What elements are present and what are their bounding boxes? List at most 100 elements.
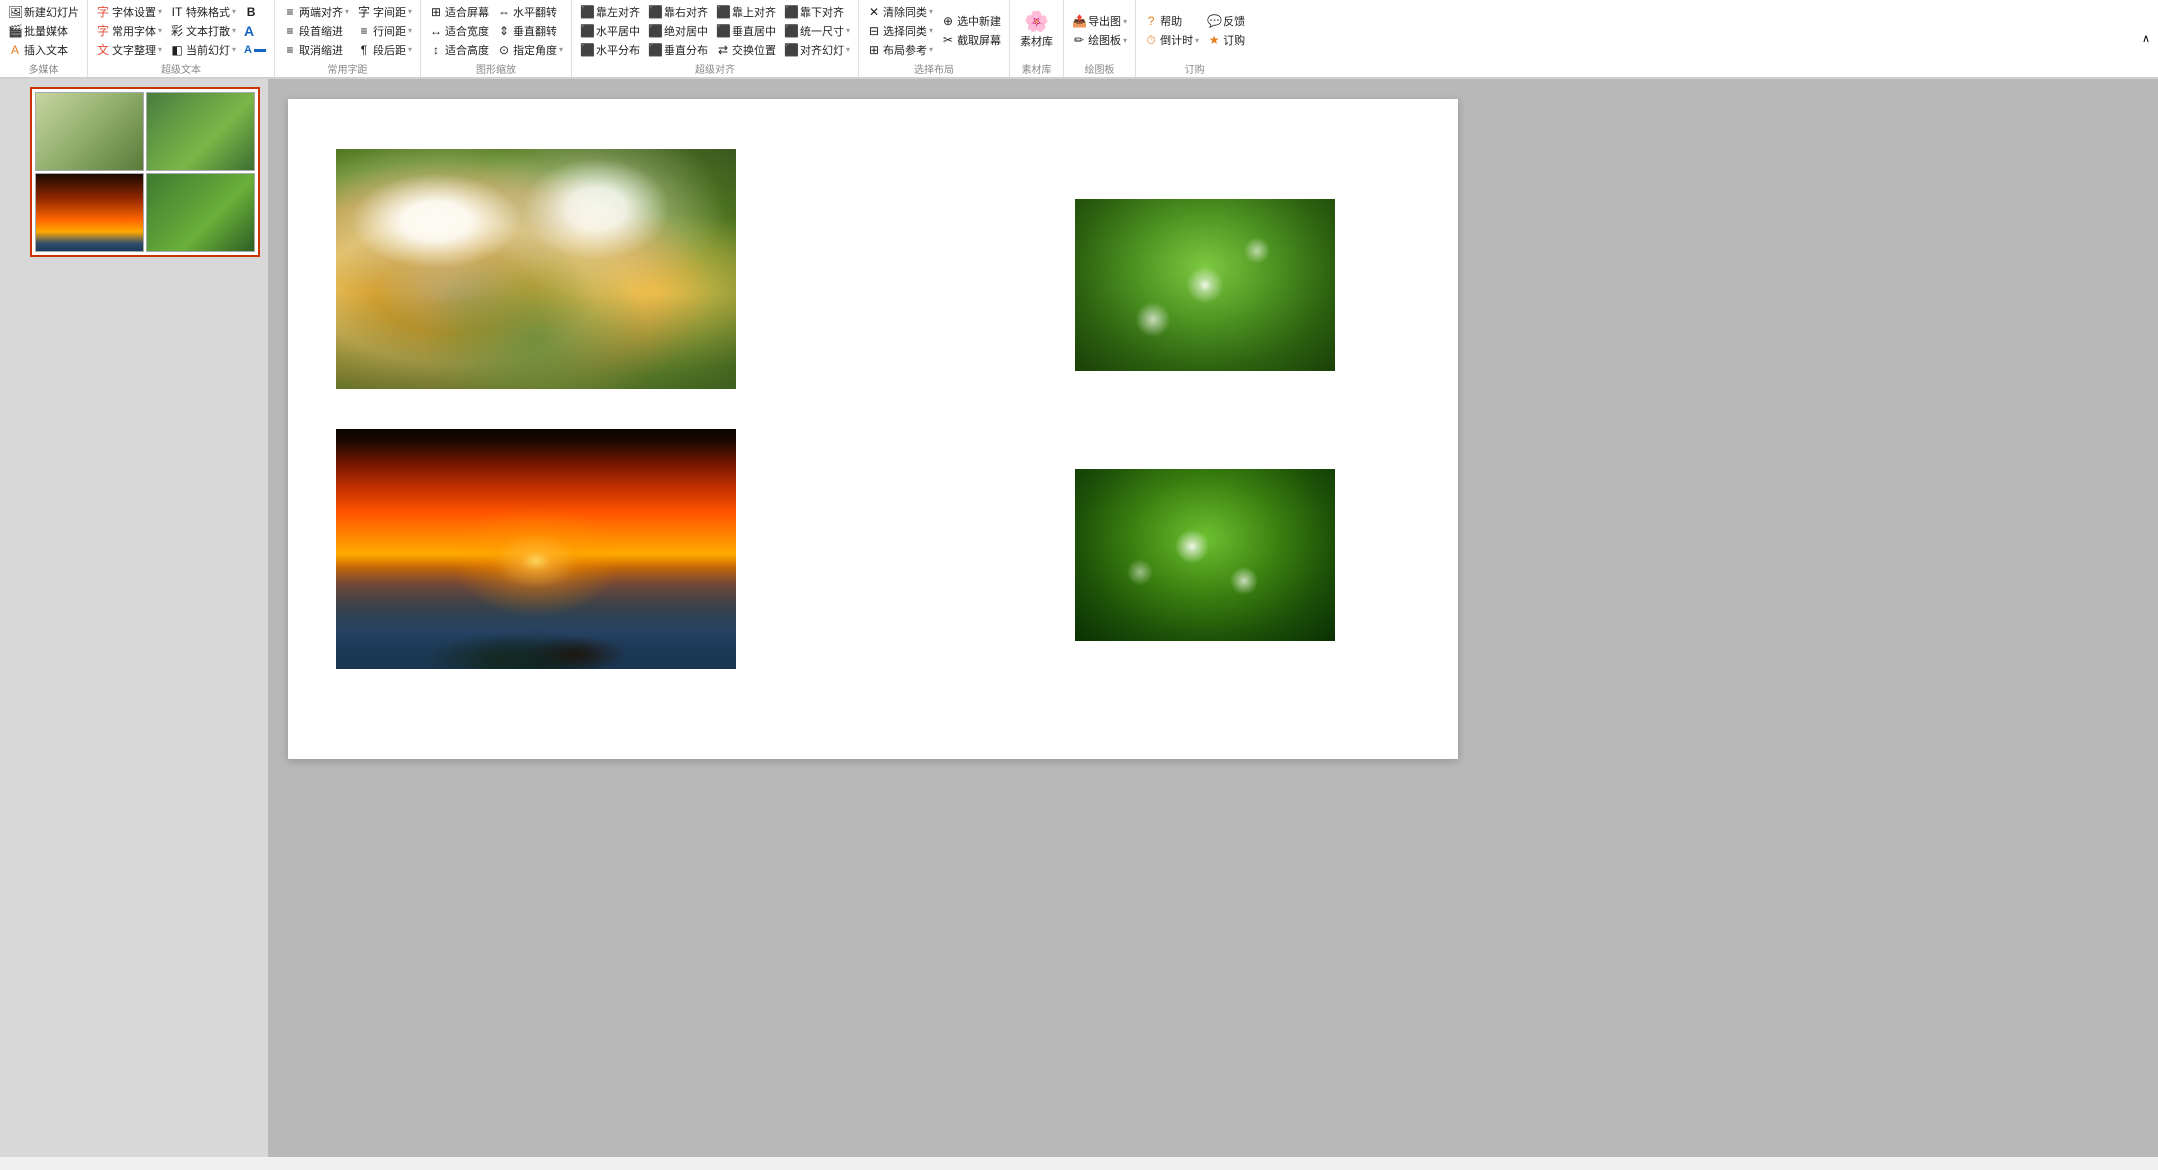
common-font-icon: 字 xyxy=(96,22,110,39)
img-flowers-main[interactable] xyxy=(336,149,736,389)
group-layout-label: 选择布局 xyxy=(863,59,1005,77)
group-order-col2: 💬 反馈 ★ 订购 xyxy=(1203,2,1249,59)
img-green-bottom[interactable] xyxy=(1075,469,1335,641)
align-both-icon: ≡ xyxy=(283,5,297,19)
btn-align-vcenter[interactable]: ⬛ 垂直居中 xyxy=(712,21,780,40)
group-order-label: 订购 xyxy=(1140,59,1249,77)
layout-ref-icon: ⊞ xyxy=(867,43,881,57)
btn-export[interactable]: 📤 导出图 ▾ xyxy=(1068,12,1131,31)
swap-icon: ⇄ xyxy=(716,43,730,57)
group-supertext-col2: IT 特殊格式 ▾ 彩 文本打散 ▾ ◧ 当前幻灯 ▾ xyxy=(166,2,240,59)
group-order-content: ? 帮助 ⏱ 倒计时 ▾ 💬 反馈 xyxy=(1140,2,1249,59)
btn-flip-v[interactable]: ⇕ 垂直翻转 xyxy=(493,21,567,40)
btn-swap[interactable]: ⇄ 交换位置 xyxy=(712,40,780,59)
align-hcenter-icon: ⬛ xyxy=(580,24,594,38)
btn-align-both[interactable]: ≡ 两端对齐 ▾ xyxy=(279,2,353,21)
group-common-spacing: ≡ 两端对齐 ▾ ≡ 段首缩进 ≡ 取消缩进 xyxy=(275,0,421,77)
group-select-layout: ✕ 清除同类 ▾ ⊟ 选择同类 ▾ ⊞ 布局参考 ▾ xyxy=(859,0,1010,77)
btn-select-same[interactable]: ⊟ 选择同类 ▾ xyxy=(863,21,937,40)
btn-align-hcenter[interactable]: ⬛ 水平居中 xyxy=(576,21,644,40)
group-media-col: 🖼 新建幻灯片 🎬 批量媒体 A 插入文本 xyxy=(4,2,83,59)
btn-align-left[interactable]: ⬛ 靠左对齐 xyxy=(576,2,644,21)
group-supertext-content: 字 字体设置 ▾ 字 常用字体 ▾ 文 文字整理 ▾ xyxy=(92,2,270,59)
btn-current-slide[interactable]: ◧ 当前幻灯 ▾ xyxy=(166,40,240,59)
slide-thumbnail[interactable] xyxy=(30,87,260,257)
btn-align-abs[interactable]: ⬛ 绝对居中 xyxy=(644,21,712,40)
btn-flip-h[interactable]: ⇔ 水平翻转 xyxy=(493,2,567,21)
btn-drawing-board[interactable]: ✏ 绘图板 ▾ xyxy=(1068,31,1131,50)
group-media-label: 多媒体 xyxy=(4,59,83,77)
new-slide-icon: 🖼 xyxy=(8,5,22,19)
btn-bold[interactable]: B xyxy=(240,2,270,21)
btn-new-slide[interactable]: 🖼 新建幻灯片 xyxy=(4,2,83,21)
btn-align-bottom[interactable]: ⬛ 靠下对齐 xyxy=(780,2,854,21)
thumb-green-top xyxy=(146,92,255,171)
btn-a-big[interactable]: A xyxy=(240,21,270,40)
fit-height-icon: ↕ xyxy=(429,43,443,57)
group-common-spacing-content: ≡ 两端对齐 ▾ ≡ 段首缩进 ≡ 取消缩进 xyxy=(279,2,416,59)
align-left-icon: ⬛ xyxy=(580,5,594,19)
align-top-icon: ⬛ xyxy=(716,5,730,19)
batch-media-icon: 🎬 xyxy=(8,24,22,38)
btn-distribute-v[interactable]: ⬛ 垂直分布 xyxy=(644,40,712,59)
align-right-icon: ⬛ xyxy=(648,5,662,19)
ribbon-content: 🖼 新建幻灯片 🎬 批量媒体 A 插入文本 多媒体 xyxy=(0,0,2158,79)
btn-help[interactable]: ? 帮助 xyxy=(1140,12,1203,31)
btn-fit-screen[interactable]: ⊞ 适合屏幕 xyxy=(425,2,493,21)
indent-icon: ≡ xyxy=(283,24,297,38)
img-sunset-main[interactable] xyxy=(336,429,736,669)
btn-order[interactable]: ★ 订购 xyxy=(1203,31,1249,50)
group-supertext-label: 超级文本 xyxy=(92,59,270,77)
group-drawing: 📤 导出图 ▾ ✏ 绘图板 ▾ 绘图板 xyxy=(1064,0,1136,77)
export-icon: 📤 xyxy=(1072,14,1086,28)
btn-screenshot[interactable]: ✂ 截取屏幕 xyxy=(937,31,1005,50)
group-material-content: 🌸 素材库 xyxy=(1014,2,1059,59)
collapse-btn[interactable]: ∧ xyxy=(2142,0,2158,77)
btn-fit-height[interactable]: ↕ 适合高度 xyxy=(425,40,493,59)
btn-text-arrange[interactable]: 文 文字整理 ▾ xyxy=(92,40,166,59)
drawing-icon: ✏ xyxy=(1072,33,1086,47)
btn-distribute-h[interactable]: ⬛ 水平分布 xyxy=(576,40,644,59)
thumb-sunset xyxy=(35,173,144,252)
btn-insert-text[interactable]: A 插入文本 xyxy=(4,40,83,59)
btn-align-top[interactable]: ⬛ 靠上对齐 xyxy=(712,2,780,21)
btn-feedback[interactable]: 💬 反馈 xyxy=(1203,12,1249,31)
para-after-icon: ¶ xyxy=(357,43,371,57)
btn-char-spacing[interactable]: 字 字间距 ▾ xyxy=(353,2,416,21)
btn-select-new[interactable]: ⊕ 选中新建 xyxy=(937,12,1005,31)
material-icon: 🌸 xyxy=(1024,12,1049,32)
btn-align-right[interactable]: ⬛ 靠右对齐 xyxy=(644,2,712,21)
btn-angle[interactable]: ⊙ 指定角度 ▾ xyxy=(493,40,567,59)
btn-line-spacing[interactable]: ≡ 行间距 ▾ xyxy=(353,21,416,40)
btn-material[interactable]: 🌸 素材库 xyxy=(1014,2,1059,59)
line-spacing-icon: ≡ xyxy=(357,24,371,38)
slide-canvas[interactable] xyxy=(288,99,1458,759)
screenshot-icon: ✂ xyxy=(941,33,955,47)
btn-batch-media[interactable]: 🎬 批量媒体 xyxy=(4,21,83,40)
bold-icon: B xyxy=(244,5,258,19)
btn-align-slide[interactable]: ⬛ 对齐幻灯 ▾ xyxy=(780,40,854,59)
btn-fit-width[interactable]: ↔ 适合宽度 xyxy=(425,21,493,40)
ribbon-groups-container: 🖼 新建幻灯片 🎬 批量媒体 A 插入文本 多媒体 xyxy=(0,0,2158,77)
btn-indent[interactable]: ≡ 段首缩进 xyxy=(279,21,353,40)
img-green-top[interactable] xyxy=(1075,199,1335,371)
btn-para-after[interactable]: ¶ 段后距 ▾ xyxy=(353,40,416,59)
btn-common-font[interactable]: 字 常用字体 ▾ xyxy=(92,21,166,40)
btn-cancel-indent[interactable]: ≡ 取消缩进 xyxy=(279,40,353,59)
btn-font-settings[interactable]: 字 字体设置 ▾ xyxy=(92,2,166,21)
btn-countdown[interactable]: ⏱ 倒计时 ▾ xyxy=(1140,31,1203,50)
group-drawing-label: 绘图板 xyxy=(1068,59,1131,77)
btn-layout-ref[interactable]: ⊞ 布局参考 ▾ xyxy=(863,40,937,59)
align-bottom-icon: ⬛ xyxy=(784,5,798,19)
btn-text-break[interactable]: 彩 文本打散 ▾ xyxy=(166,21,240,40)
insert-text-icon: A xyxy=(8,43,22,57)
main-area: 1 xyxy=(0,79,2158,1157)
btn-clear-same[interactable]: ✕ 清除同类 ▾ xyxy=(863,2,937,21)
canvas-area xyxy=(268,79,2158,1157)
fit-screen-icon: ⊞ xyxy=(429,5,443,19)
group-zoom-col2: ⇔ 水平翻转 ⇕ 垂直翻转 ⊙ 指定角度 ▾ xyxy=(493,2,567,59)
btn-a-small[interactable]: A xyxy=(240,40,270,59)
group-spacing-label: 常用字距 xyxy=(279,59,416,77)
btn-special-format[interactable]: IT 特殊格式 ▾ xyxy=(166,2,240,21)
btn-same-size[interactable]: ⬛ 统一尺寸 ▾ xyxy=(780,21,854,40)
